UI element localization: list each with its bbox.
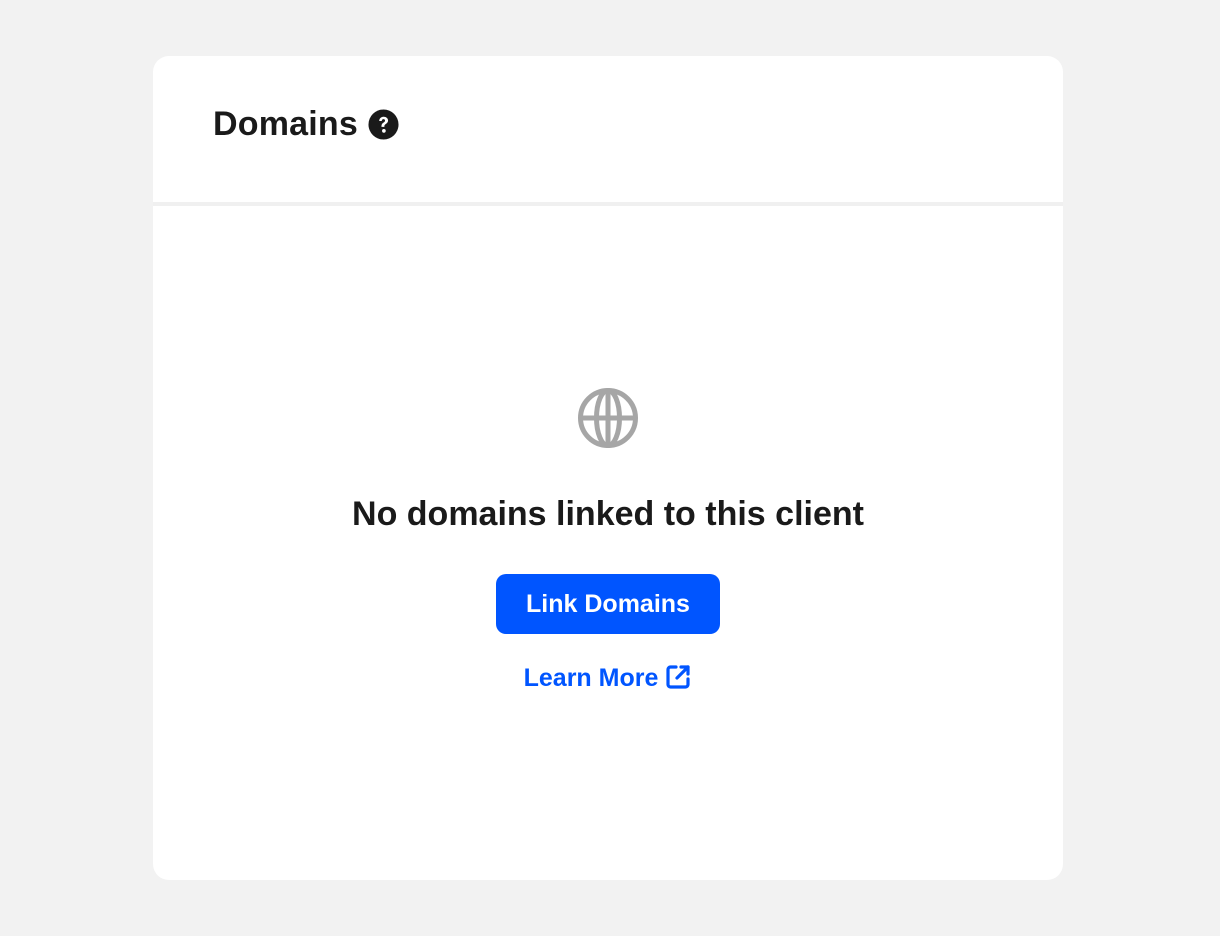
card-body: No domains linked to this client Link Do…	[153, 206, 1063, 880]
link-domains-button[interactable]: Link Domains	[496, 574, 720, 634]
empty-state: No domains linked to this client Link Do…	[153, 387, 1063, 693]
empty-state-message: No domains linked to this client	[352, 495, 864, 533]
domains-card: Domains No domains linked to this client…	[153, 56, 1063, 880]
card-header: Domains	[153, 56, 1063, 206]
card-title: Domains	[213, 104, 358, 143]
external-link-icon	[664, 663, 692, 691]
globe-icon	[577, 387, 639, 449]
learn-more-link[interactable]: Learn More	[524, 664, 693, 693]
question-circle-icon[interactable]	[368, 108, 399, 140]
learn-more-label: Learn More	[523, 664, 659, 692]
